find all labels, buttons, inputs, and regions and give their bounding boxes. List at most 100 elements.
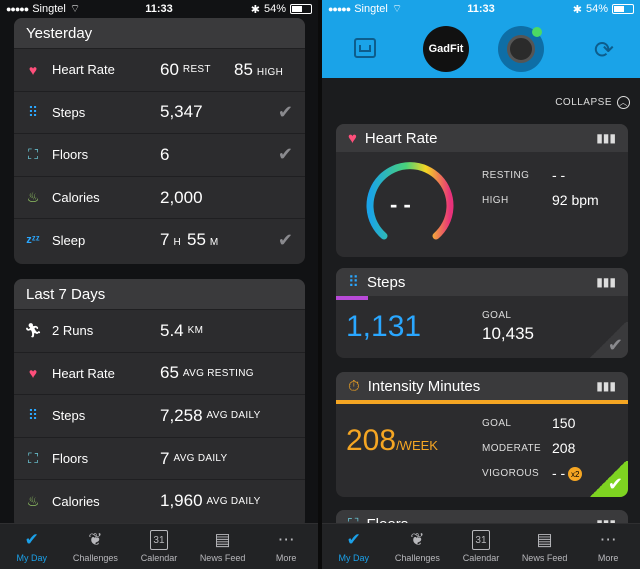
steps-header: ⠿ Steps ▮▮▮: [336, 268, 628, 296]
bar-chart-icon[interactable]: ▮▮▮: [596, 131, 616, 145]
status-bar: ●●●●● Singtel ⌔ 11:33 ✱ 54%: [322, 0, 640, 18]
calendar-icon: 31: [471, 530, 490, 550]
tab-calendar[interactable]: 31 Calendar: [127, 524, 191, 569]
row-label: Calories: [52, 190, 100, 206]
last7-heart-rate-row[interactable]: ♥ Heart Rate 65 AVG RESTING: [14, 351, 305, 395]
row-label: Sleep: [52, 232, 86, 248]
carrier-label: Singtel: [32, 3, 66, 15]
row-label: Steps: [52, 104, 86, 120]
intensity-value: 208/WEEK: [346, 424, 438, 457]
steps-card[interactable]: ⠿ Steps ▮▮▮ 1,131 GOAL 10,435 ✔: [336, 268, 628, 358]
bluetooth-icon: ✱: [572, 3, 582, 16]
bluetooth-icon: ✱: [250, 3, 260, 16]
tab-calendar[interactable]: 31 Calendar: [449, 524, 513, 569]
row-value: 7 H 55 M: [160, 230, 219, 250]
runner-icon: 🏃︎: [24, 322, 42, 339]
tab-challenges[interactable]: ❦ Challenges: [64, 524, 128, 569]
stairs-icon: ⛶: [28, 450, 38, 467]
row-unit: AVG RESTING: [182, 367, 254, 379]
last7-runs-row[interactable]: 🏃︎ 2 Runs 5.4 KM: [14, 309, 305, 352]
last7-steps-row[interactable]: ⠿ Steps 7,258 AVG DAILY: [14, 394, 305, 437]
row-label: Heart Rate: [52, 365, 115, 381]
row-value: 1,960: [160, 491, 203, 511]
tab-more[interactable]: ⋯ More: [254, 524, 318, 569]
yesterday-steps-row[interactable]: ⠿ Steps 5,347 ✔: [14, 90, 305, 134]
tab-my-day[interactable]: ✔ My Day: [322, 524, 386, 569]
tab-news-feed[interactable]: ▤ News Feed: [513, 524, 577, 569]
laurel-icon: ❦: [88, 530, 103, 549]
wifi-icon: ⌔: [69, 3, 81, 15]
heart-icon: ♥: [348, 129, 357, 147]
more-icon: ⋯: [599, 530, 617, 549]
watch-device-button[interactable]: [498, 26, 544, 72]
yesterday-heart-rate-row[interactable]: ♥ Heart Rate 60 REST 85 HIGH: [14, 48, 305, 91]
sync-icon[interactable]: ⟳: [594, 36, 614, 65]
signal-icon: ●●●●●: [6, 4, 29, 14]
right-screen: ●●●●● Singtel ⌔ 11:33 ✱ 54% GadFit ⟳ COL…: [322, 0, 640, 569]
intensity-minutes-card[interactable]: ⏱ Intensity Minutes ▮▮▮ 208/WEEK GOAL 15…: [336, 372, 628, 497]
row-value: 6: [160, 144, 170, 164]
tab-news-feed[interactable]: ▤ News Feed: [191, 524, 255, 569]
tab-my-day[interactable]: ✔ My Day: [0, 524, 64, 569]
high-value: 92 bpm: [552, 192, 599, 208]
intensity-corner: ✔: [588, 461, 628, 497]
yesterday-sleep-row[interactable]: zᶻᶻ Sleep 7 H 55 M ✔: [14, 218, 305, 261]
row-unit: AVG DAILY: [173, 453, 228, 465]
bar-chart-icon[interactable]: ▮▮▮: [596, 379, 616, 393]
steps-title: Steps: [367, 273, 406, 291]
battery-icon: [290, 4, 312, 14]
collapse-button[interactable]: COLLAPSE ︿: [555, 96, 630, 109]
flame-icon: ♨: [26, 189, 40, 206]
top-bar: ●●●●● Singtel ⌔ 11:33 ✱ 54% GadFit ⟳: [322, 0, 640, 78]
battery-icon: [612, 4, 634, 14]
calendar-icon: 31: [149, 530, 168, 550]
row-label: Floors: [52, 147, 89, 163]
yesterday-calories-row[interactable]: ♨ Calories 2,000: [14, 175, 305, 219]
row-label: Heart Rate: [52, 62, 115, 78]
check-icon: ✔: [607, 335, 623, 355]
stopwatch-icon: ⏱: [348, 377, 360, 395]
last7-calories-row[interactable]: ♨ Calories 1,960 AVG DAILY: [14, 479, 305, 522]
gauge-value: - -: [390, 192, 411, 217]
newspaper-icon: ▤: [536, 530, 553, 549]
moderate-value: 208: [552, 440, 576, 456]
check-icon: ✔: [346, 530, 361, 549]
connected-dot: [532, 27, 542, 37]
row-value: 5,347: [160, 102, 203, 122]
stairs-icon: ⛶: [28, 146, 38, 163]
check-icon: ✔: [24, 530, 39, 549]
bar-chart-icon[interactable]: ▮▮▮: [596, 275, 616, 289]
battery-percent: 54%: [585, 3, 608, 15]
check-icon: ✔: [607, 474, 623, 494]
gadfit-avatar[interactable]: GadFit: [423, 26, 469, 72]
last7-card: Last 7 Days 🏃︎ 2 Runs 5.4 KM ♥ Heart Rat…: [14, 279, 305, 529]
row-unit: REST: [182, 64, 211, 76]
heart-rate-header: ♥ Heart Rate ▮▮▮: [336, 124, 628, 152]
yesterday-floors-row[interactable]: ⛶ Floors 6 ✔: [14, 133, 305, 176]
wifi-icon: ⌔: [391, 3, 403, 15]
intensity-goal-label: GOAL: [482, 418, 512, 429]
resting-value: - -: [552, 167, 566, 183]
vigorous-label: VIGOROUS: [482, 468, 540, 479]
tab-challenges[interactable]: ❦ Challenges: [386, 524, 450, 569]
laurel-icon: ❦: [410, 530, 425, 549]
inbox-icon[interactable]: [354, 38, 376, 58]
row-label: 2 Runs: [52, 323, 94, 339]
row-label: Calories: [52, 493, 100, 509]
yesterday-title: Yesterday: [14, 18, 305, 48]
heart-rate-card[interactable]: ♥ Heart Rate ▮▮▮ - - RESTING - - HIGH 92…: [336, 124, 628, 257]
footsteps-icon: ⠿: [27, 407, 39, 424]
intensity-progress-bar: [336, 400, 628, 404]
left-screen: ●●●●● Singtel ⌔ 11:33 ✱ 54% Yesterday ♥ …: [0, 0, 318, 569]
moderate-label: MODERATE: [482, 443, 542, 454]
chevron-up-icon: ︿: [617, 96, 630, 109]
last7-floors-row[interactable]: ⛶ Floors 7 AVG DAILY: [14, 436, 305, 480]
row-value: 65: [160, 363, 179, 383]
tab-more[interactable]: ⋯ More: [576, 524, 640, 569]
row-unit: AVG DAILY: [206, 495, 261, 507]
watch-icon: [507, 35, 535, 63]
row-label: Steps: [52, 408, 86, 424]
resting-label: RESTING: [482, 170, 530, 181]
footsteps-icon: ⠿: [27, 103, 39, 120]
row-value: 7,258: [160, 405, 203, 425]
